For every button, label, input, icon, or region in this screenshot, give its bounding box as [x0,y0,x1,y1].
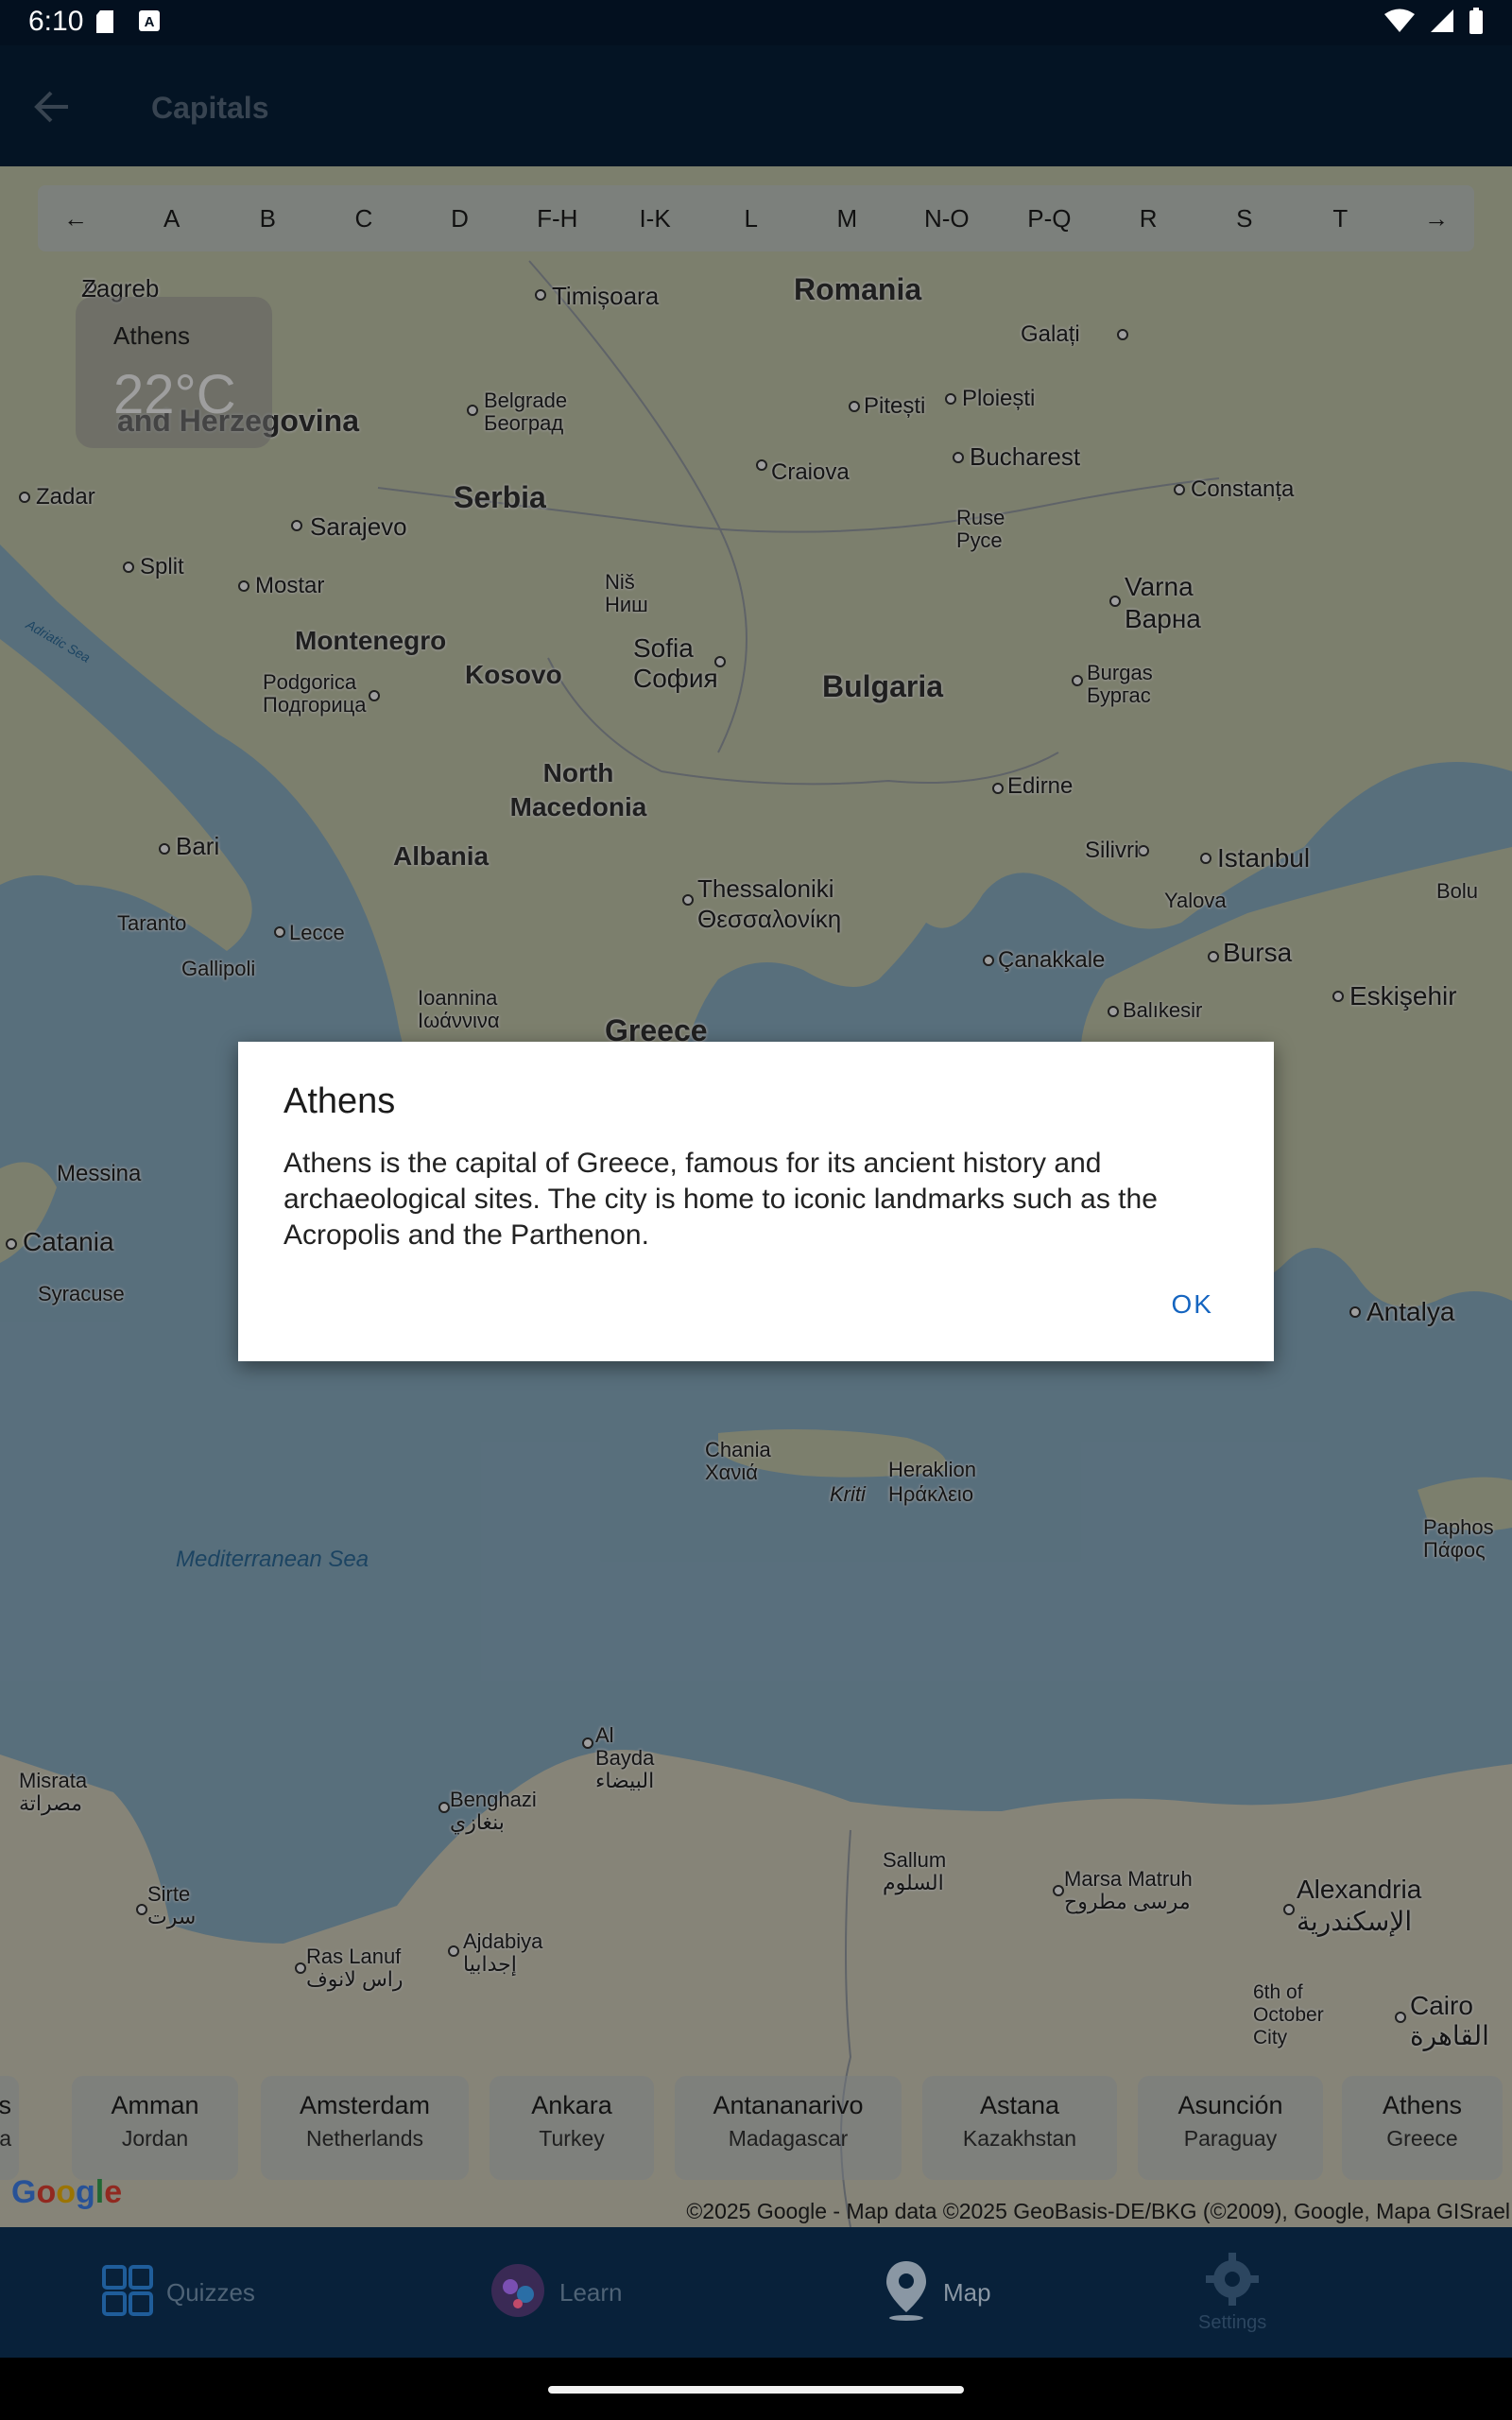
sd-card-icon [94,9,115,34]
nav-label: Map [943,2277,991,2307]
ok-button[interactable]: OK [1172,1289,1213,1320]
gesture-area [0,2358,1512,2420]
nav-label: Settings [1198,2312,1267,2333]
status-bar: 6:10 A [0,0,1512,45]
battery-icon [1469,8,1484,39]
status-time: 6:10 [28,6,84,37]
nav-item-map[interactable]: Map [883,2227,991,2358]
wifi-icon [1383,8,1416,39]
keyboard-a-icon: A [138,9,160,34]
cell-signal-icon [1429,8,1455,39]
gear-icon [1204,2251,1261,2312]
nav-item-settings[interactable]: Settings [1198,2227,1266,2358]
map-pin-icon [883,2259,930,2326]
dialog-body: Athens is the capital of Greece, famous … [284,1148,1158,1251]
dialog-title: Athens [284,1081,396,1121]
learn-avatar-icon [490,2262,546,2324]
nav-item-quizzes[interactable]: Quizzes [102,2227,255,2358]
info-dialog: Athens Athens is the capital of Greece, … [238,1042,1274,1361]
gesture-handle[interactable] [548,2386,964,2394]
nav-label: Quizzes [166,2277,255,2307]
nav-label: Learn [559,2277,623,2307]
svg-text:A: A [145,14,155,30]
grid-icon [102,2264,153,2321]
nav-item-learn[interactable]: Learn [490,2227,623,2358]
bottom-navigation: Quizzes Learn Map Settings [0,2227,1512,2358]
